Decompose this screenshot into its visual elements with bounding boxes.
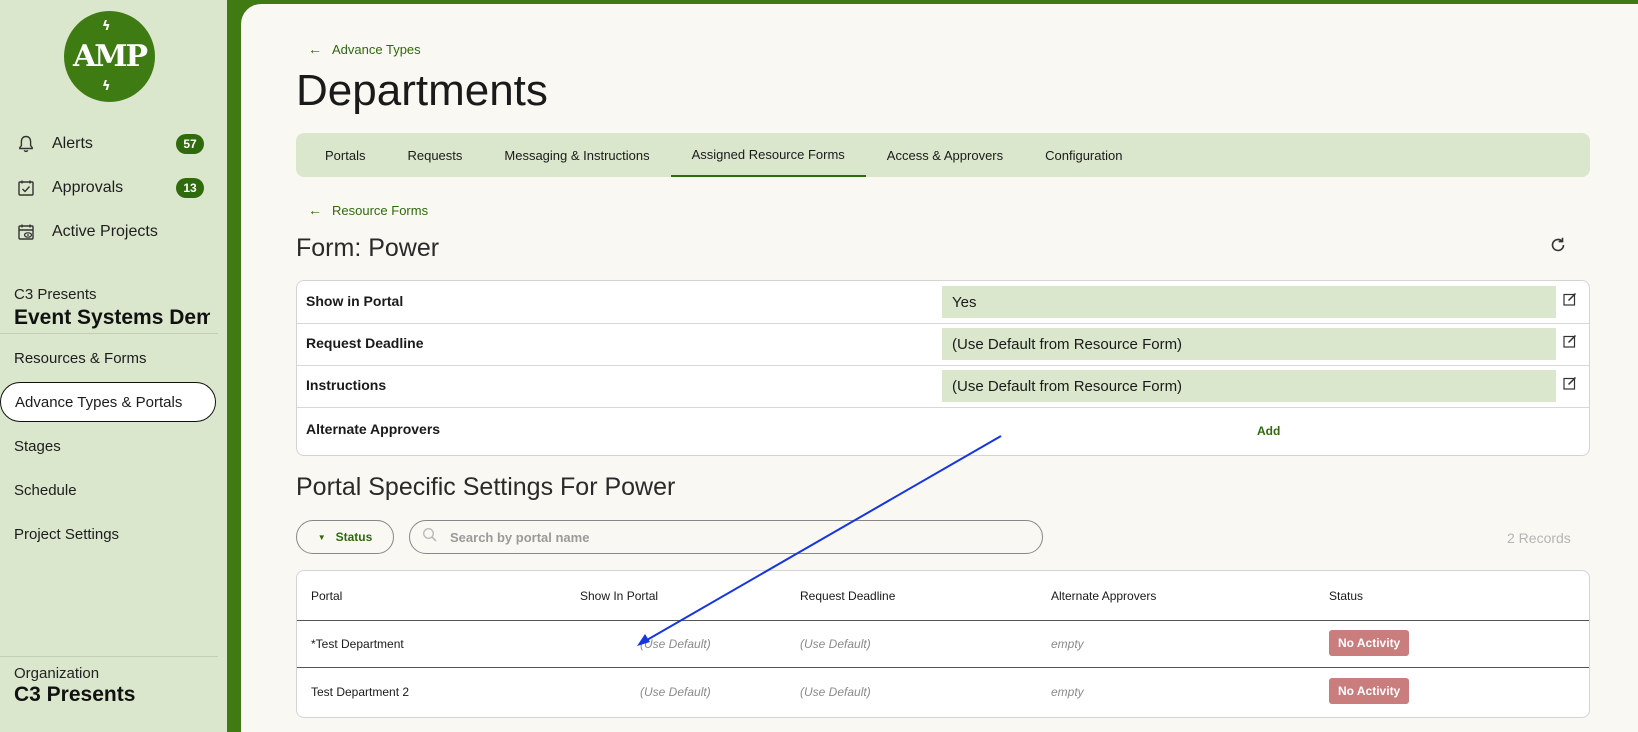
tab-bar: Portals Requests Messaging & Instruction… (296, 133, 1590, 177)
form-title: Form: Power (296, 234, 440, 262)
organization-label: Organization (14, 665, 100, 682)
search-icon (422, 527, 438, 548)
setting-label: Alternate Approvers (306, 421, 441, 437)
sidebar-item-resources-forms[interactable]: Resources & Forms (14, 350, 147, 367)
portal-table: Portal Show In Portal Request Deadline A… (296, 570, 1590, 718)
sidebar-item-advance-types-portals[interactable]: Advance Types & Portals (0, 382, 216, 422)
setting-value[interactable]: (Use Default from Resource Form) (942, 328, 1556, 360)
back-link-label: Advance Types (332, 41, 421, 57)
edit-icon[interactable] (1563, 292, 1579, 308)
portal-name[interactable]: Test Department 2 (311, 685, 409, 699)
status-filter-label: Status (335, 530, 373, 544)
calendar-eye-icon (16, 222, 36, 242)
edit-icon[interactable] (1563, 376, 1579, 392)
arrow-left-icon: ← (308, 41, 322, 57)
page-title: Departments (296, 66, 548, 115)
approvals-count-badge: 13 (176, 178, 204, 198)
setting-label: Request Deadline (306, 335, 424, 351)
status-badge: No Activity (1329, 678, 1410, 704)
portal-search (409, 520, 1043, 554)
sidebar-item-schedule[interactable]: Schedule (14, 482, 77, 499)
nav-active-projects-label: Active Projects (52, 223, 158, 240)
edit-icon[interactable] (1563, 334, 1579, 350)
divider (0, 333, 218, 334)
back-to-advance-types[interactable]: ← Advance Types (308, 41, 421, 57)
table-row[interactable]: Test Department 2 (Use Default) (Use Def… (297, 668, 1589, 715)
column-header-show-in-portal[interactable]: Show In Portal (580, 589, 658, 603)
lightning-icon: ϟ (102, 79, 110, 94)
show-in-portal-value[interactable]: (Use Default) (640, 637, 711, 651)
tab-assigned-resource-forms[interactable]: Assigned Resource Forms (670, 133, 866, 177)
form-settings-table: Show in Portal Yes Request Deadline (Use… (296, 280, 1590, 456)
status-filter-button[interactable]: ▼ Status (296, 520, 394, 554)
caret-down-icon: ▼ (317, 532, 326, 542)
request-deadline-value[interactable]: (Use Default) (800, 637, 871, 651)
alerts-count-badge: 57 (176, 134, 204, 154)
search-input[interactable] (448, 528, 1012, 546)
nav-active-projects[interactable]: Active Projects (16, 217, 158, 247)
nav-alerts-label: Alerts (52, 135, 93, 152)
nav-approvals-label: Approvals (52, 179, 124, 196)
setting-row-show-in-portal: Show in Portal Yes (297, 281, 1589, 324)
sidebar-item-project-settings[interactable]: Project Settings (14, 526, 119, 543)
project-client-label: C3 Presents (14, 286, 97, 303)
back-to-resource-forms[interactable]: ← Resource Forms (308, 202, 428, 218)
status-badge: No Activity (1329, 630, 1410, 656)
setting-row-request-deadline: Request Deadline (Use Default from Resou… (297, 323, 1589, 366)
setting-value[interactable]: (Use Default from Resource Form) (942, 370, 1556, 402)
setting-label: Show in Portal (306, 293, 404, 309)
column-header-portal[interactable]: Portal (311, 589, 342, 603)
column-header-request-deadline[interactable]: Request Deadline (800, 589, 895, 603)
project-name: Event Systems Demo (14, 306, 210, 329)
table-row[interactable]: *Test Department (Use Default) (Use Defa… (297, 620, 1589, 668)
arrow-left-icon: ← (308, 202, 322, 218)
nav-alerts[interactable]: Alerts (16, 129, 93, 159)
back-link-label: Resource Forms (332, 202, 429, 218)
organization-name[interactable]: C3 Presents (14, 683, 135, 707)
portal-settings-title: Portal Specific Settings For Power (296, 473, 676, 501)
lightning-icon: ϟ (102, 19, 110, 34)
setting-row-instructions: Instructions (Use Default from Resource … (297, 365, 1589, 408)
bell-icon (16, 134, 36, 154)
divider (0, 656, 218, 657)
nav-approvals[interactable]: Approvals (16, 173, 123, 203)
calendar-check-icon (16, 178, 36, 198)
sidebar: ϟ AMP ϟ Alerts 57 Approvals 13 Active Pr… (0, 0, 227, 732)
show-in-portal-value[interactable]: (Use Default) (640, 685, 711, 699)
request-deadline-value[interactable]: (Use Default) (800, 685, 871, 699)
tab-messaging-instructions[interactable]: Messaging & Instructions (483, 133, 670, 177)
alternate-approvers-value[interactable]: empty (1051, 685, 1084, 699)
portal-name[interactable]: *Test Department (311, 637, 404, 651)
add-approver-button[interactable]: Add (1257, 424, 1280, 438)
column-header-status[interactable]: Status (1329, 589, 1363, 603)
alternate-approvers-value[interactable]: empty (1051, 637, 1084, 651)
tab-portals[interactable]: Portals (304, 133, 386, 177)
main-content: ← Advance Types Departments Portals Requ… (241, 4, 1638, 732)
setting-value[interactable]: Yes (942, 286, 1556, 318)
column-header-alternate-approvers[interactable]: Alternate Approvers (1051, 589, 1156, 603)
amp-logo[interactable]: ϟ AMP ϟ (64, 11, 155, 102)
setting-row-alternate-approvers: Alternate Approvers Add (297, 407, 1589, 455)
refresh-icon[interactable] (1549, 236, 1569, 256)
sidebar-item-stages[interactable]: Stages (14, 438, 61, 455)
tab-requests[interactable]: Requests (386, 133, 483, 177)
setting-label: Instructions (306, 377, 387, 393)
tab-access-approvers[interactable]: Access & Approvers (866, 133, 1024, 177)
logo-text: AMP (72, 39, 148, 74)
records-count: 2 Records (1507, 530, 1571, 546)
tab-configuration[interactable]: Configuration (1024, 133, 1143, 177)
table-header: Portal Show In Portal Request Deadline A… (297, 571, 1589, 621)
